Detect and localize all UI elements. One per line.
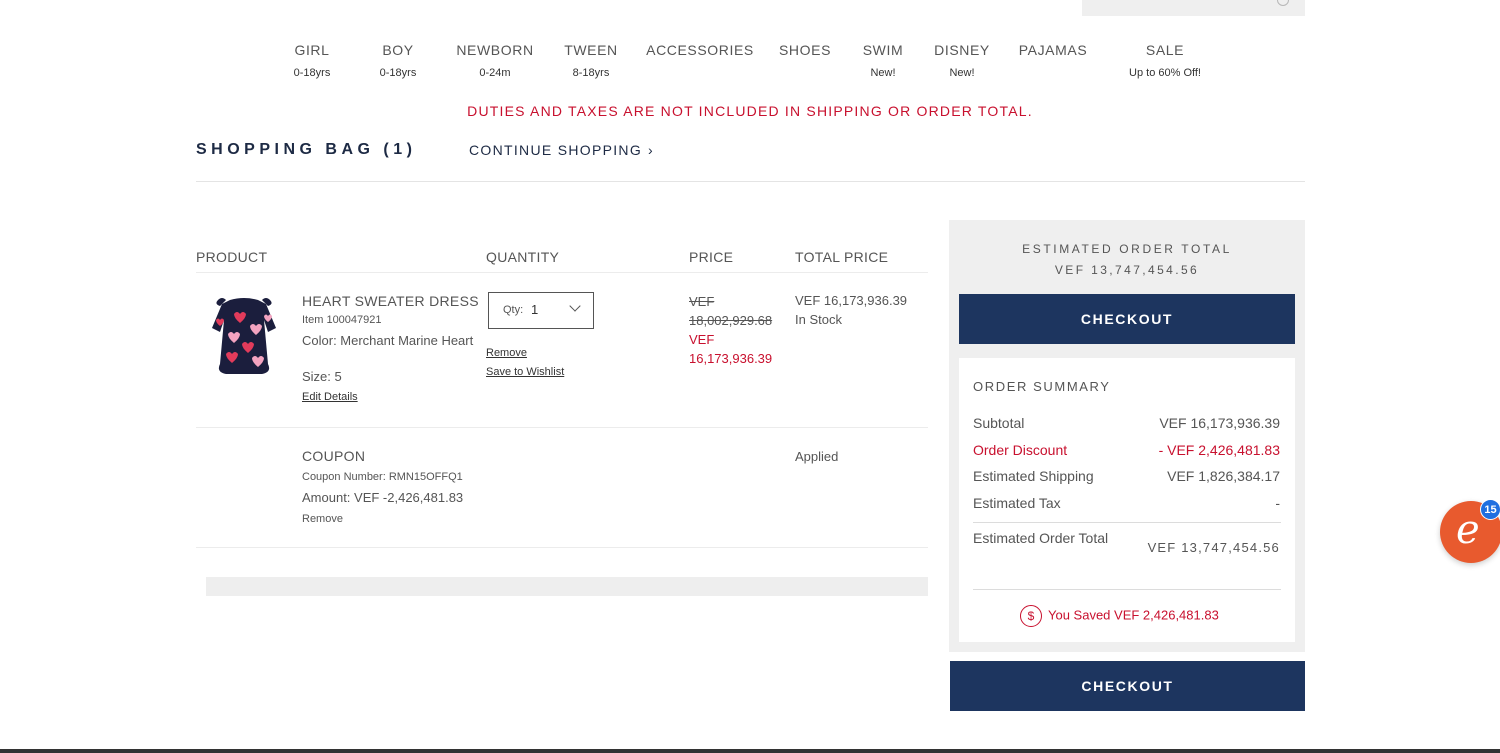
nav-sublabel: 8-18yrs — [572, 67, 610, 79]
nav-sublabel: 0-18yrs — [379, 67, 417, 79]
product-size: Size: 5 — [302, 369, 342, 384]
page-title: SHOPPING BAG (1) — [196, 141, 417, 158]
window-bottom-edge — [0, 749, 1500, 753]
nav-sublabel: 0-24m — [479, 67, 511, 79]
nav-item-accessories[interactable]: ACCESSORIES — [646, 42, 754, 67]
order-summary-title: ORDER SUMMARY — [973, 379, 1111, 394]
order-discount-label: Order Discount — [973, 442, 1068, 458]
nav-item-disney[interactable]: DISNEY New! — [934, 42, 990, 79]
divider — [196, 427, 928, 428]
order-discount-value: - VEF 2,426,481.83 — [1158, 442, 1280, 458]
quantity-value: 1 — [531, 302, 539, 317]
chevron-right-icon: › — [648, 142, 654, 158]
estimated-tax-label: Estimated Tax — [973, 495, 1061, 511]
nav-sublabel: Up to 60% Off! — [1129, 67, 1201, 79]
checkout-button[interactable]: CHECKOUT — [959, 294, 1295, 344]
nav-label: ACCESSORIES — [646, 42, 754, 58]
nav-item-shoes[interactable]: SHOES — [779, 42, 831, 67]
nav-item-girl[interactable]: GIRL 0-18yrs — [294, 42, 331, 79]
savings-coin-icon: $ — [1020, 605, 1042, 627]
save-to-wishlist-link[interactable]: Save to Wishlist — [486, 366, 564, 378]
nav-item-tween[interactable]: TWEEN 8-18yrs — [564, 42, 618, 79]
original-price: VEF 18,002,929.68 — [689, 294, 773, 328]
nav-label: TWEEN — [564, 42, 618, 58]
coupon-number: Coupon Number: RMN15OFFQ1 — [302, 471, 463, 483]
divider — [973, 589, 1281, 590]
product-color: Color: Merchant Marine Heart — [302, 333, 474, 348]
divider — [973, 522, 1281, 523]
chevron-down-icon — [569, 300, 581, 312]
product-item-number: Item 100047921 — [302, 314, 382, 326]
continue-shopping-link[interactable]: CONTINUE SHOPPING › — [469, 142, 654, 158]
estimated-shipping-value: VEF 1,826,384.17 — [1167, 468, 1280, 484]
promo-banner-placeholder — [206, 577, 928, 596]
nav-label: NEWBORN — [456, 42, 534, 58]
estimated-tax-value: - — [1275, 495, 1280, 511]
nav-item-swim[interactable]: SWIM New! — [863, 42, 904, 79]
divider — [196, 272, 928, 273]
divider — [196, 547, 928, 548]
chat-widget-icon[interactable]: e 15 — [1440, 499, 1500, 563]
quantity-label: Qty: — [503, 304, 524, 316]
coupon-title: COUPON — [302, 448, 366, 464]
remove-item-link[interactable]: Remove — [486, 347, 527, 359]
column-header-total-price: TOTAL PRICE — [795, 249, 889, 265]
savings-message: $ You Saved VEF 2,426,481.83 — [1020, 605, 1219, 627]
product-name[interactable]: HEART SWEATER DRESS — [302, 293, 479, 309]
nav-label: GIRL — [294, 42, 330, 58]
subtotal-value: VEF 16,173,936.39 — [1159, 415, 1280, 431]
quantity-select[interactable]: Qty: 1 — [488, 292, 594, 329]
estimated-total-label: ESTIMATED ORDER TOTAL — [1022, 242, 1232, 256]
sale-price: VEF 16,173,936.39 — [689, 332, 773, 366]
nav-item-sale[interactable]: SALE Up to 60% Off! — [1129, 42, 1201, 79]
product-thumbnail[interactable] — [206, 294, 282, 378]
subtotal-label: Subtotal — [973, 415, 1025, 431]
search-icon[interactable] — [1277, 0, 1289, 6]
nav-sublabel: New! — [949, 67, 975, 79]
nav-item-newborn[interactable]: NEWBORN 0-24m — [456, 42, 533, 79]
coupon-amount: Amount: VEF -2,426,481.83 — [302, 490, 464, 505]
nav-item-pajamas[interactable]: PAJAMAS — [1019, 42, 1088, 67]
column-header-product: PRODUCT — [196, 249, 268, 265]
nav-item-boy[interactable]: BOY 0-18yrs — [380, 42, 417, 79]
category-nav: GIRL 0-18yrs BOY 0-18yrs NEWBORN 0-24m T… — [0, 42, 1500, 86]
coupon-status: Applied — [795, 449, 839, 464]
column-header-quantity: QUANTITY — [486, 249, 560, 265]
duties-notice: DUTIES AND TAXES ARE NOT INCLUDED IN SHI… — [467, 103, 1033, 119]
nav-label: SWIM — [862, 42, 904, 58]
savings-text: You Saved VEF 2,426,481.83 — [1048, 607, 1219, 623]
line-total-price: VEF 16,173,936.39 — [795, 293, 908, 308]
divider — [196, 181, 1305, 182]
estimated-shipping-label: Estimated Shipping — [973, 468, 1094, 484]
nav-sublabel: New! — [870, 67, 896, 79]
continue-shopping-label: CONTINUE SHOPPING — [469, 142, 643, 158]
nav-label: PAJAMAS — [1018, 42, 1088, 58]
nav-label: SALE — [1145, 42, 1185, 58]
estimated-total-value: VEF 13,747,454.56 — [1054, 263, 1200, 277]
nav-label: SHOES — [778, 42, 832, 58]
nav-sublabel: 0-18yrs — [293, 67, 331, 79]
edit-details-link[interactable]: Edit Details — [302, 391, 358, 403]
checkout-button-bottom[interactable]: CHECKOUT — [950, 661, 1305, 711]
stock-status: In Stock — [795, 312, 842, 327]
search-bar[interactable] — [1082, 0, 1305, 16]
notification-badge: 15 — [1480, 499, 1500, 520]
chat-glyph: e — [1456, 507, 1480, 553]
nav-label: BOY — [382, 42, 414, 58]
column-header-price: PRICE — [689, 249, 734, 265]
order-total-value: VEF 13,747,454.56 — [1147, 540, 1280, 555]
remove-coupon-link[interactable]: Remove — [302, 513, 343, 525]
nav-label: DISNEY — [934, 42, 990, 58]
order-total-label: Estimated Order Total — [973, 530, 1109, 546]
